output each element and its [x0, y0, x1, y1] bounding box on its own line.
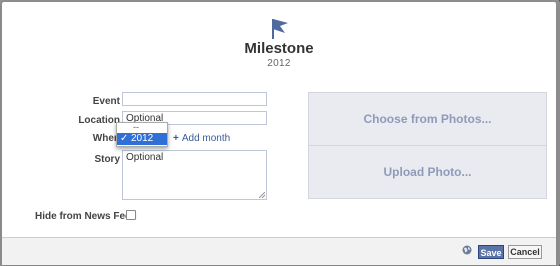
dialog-header: Milestone 2012 — [2, 2, 556, 77]
dialog-title: Milestone — [244, 40, 314, 57]
upload-photo-button[interactable]: Upload Photo... — [309, 146, 546, 198]
milestone-dialog: Milestone 2012 Event Location When +Add … — [1, 1, 557, 265]
dialog-year: 2012 — [267, 58, 291, 69]
checkmark-icon: ✓ — [120, 133, 129, 144]
hide-from-feed-checkbox[interactable] — [126, 210, 136, 220]
dropdown-option-selected[interactable]: ✓ 2012 — [117, 133, 167, 145]
photo-panel: Choose from Photos... Upload Photo... — [308, 92, 547, 199]
year-dropdown[interactable]: -- ✓ 2012 — [116, 122, 168, 147]
hide-from-feed-label: Hide from News Feed — [35, 211, 137, 222]
flag-icon — [272, 19, 288, 39]
story-label: Story — [94, 154, 120, 165]
dropdown-option-label: 2012 — [131, 133, 154, 144]
add-month-label: Add month — [181, 133, 231, 144]
choose-from-photos-button[interactable]: Choose from Photos... — [309, 93, 546, 145]
dropdown-option[interactable]: -- — [117, 123, 167, 133]
when-label: When — [92, 133, 120, 144]
cancel-button[interactable]: Cancel — [508, 245, 542, 259]
resize-grip-icon[interactable] — [259, 192, 265, 198]
save-button[interactable]: Save — [478, 245, 504, 259]
story-textarea[interactable] — [122, 150, 267, 200]
dialog-footer — [2, 237, 556, 265]
plus-icon: + — [173, 133, 179, 144]
event-input[interactable] — [122, 92, 267, 106]
add-month-link[interactable]: + Add month — [173, 133, 230, 144]
event-label: Event — [92, 96, 120, 107]
globe-icon[interactable] — [462, 245, 472, 255]
location-label: Location — [78, 115, 120, 126]
